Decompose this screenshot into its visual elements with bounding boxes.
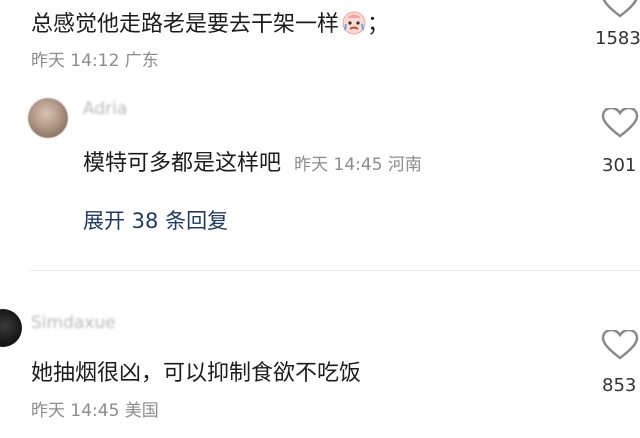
comment-1-text: 总感觉他走路老是要去干架一样 ； (31, 6, 389, 38)
comment-3-like-count: 853 (602, 375, 637, 396)
comment-1-like-count: 1583 (595, 28, 640, 49)
comment-1-meta: 昨天 14:12 广东 (31, 51, 159, 71)
comment-3-meta: 昨天 14:45 美国 (31, 401, 159, 421)
comment-2-like-count: 301 (602, 155, 637, 176)
comment-2-line: 模特可多都是这样吧 昨天 14:45 河南 (83, 145, 422, 177)
comment-3-text: 她抽烟很凶，可以抑制食欲不吃饭 (31, 361, 362, 386)
comment-2-like-button[interactable] (600, 106, 640, 144)
comment-1-suffix: ； (367, 12, 390, 37)
heart-icon (601, 106, 639, 138)
comment-2-meta: 昨天 14:45 河南 (294, 155, 422, 175)
expand-replies-link[interactable]: 展开 38 条回复 (83, 205, 228, 235)
comment-3-username[interactable]: Simdaxue (31, 313, 116, 333)
avatar[interactable] (0, 309, 22, 347)
comment-divider (30, 270, 640, 271)
comment-2-text: 模特可多都是这样吧 (83, 151, 282, 176)
heart-icon (602, 0, 638, 18)
crying-face-icon (341, 9, 367, 35)
comment-1-body: 总感觉他走路老是要去干架一样 (31, 12, 340, 37)
comment-1-like-button[interactable] (600, 0, 640, 24)
heart-icon (601, 328, 639, 360)
comment-3-like-button[interactable] (600, 328, 640, 366)
comment-2-username[interactable]: Adria (83, 99, 127, 119)
avatar[interactable] (28, 98, 68, 138)
